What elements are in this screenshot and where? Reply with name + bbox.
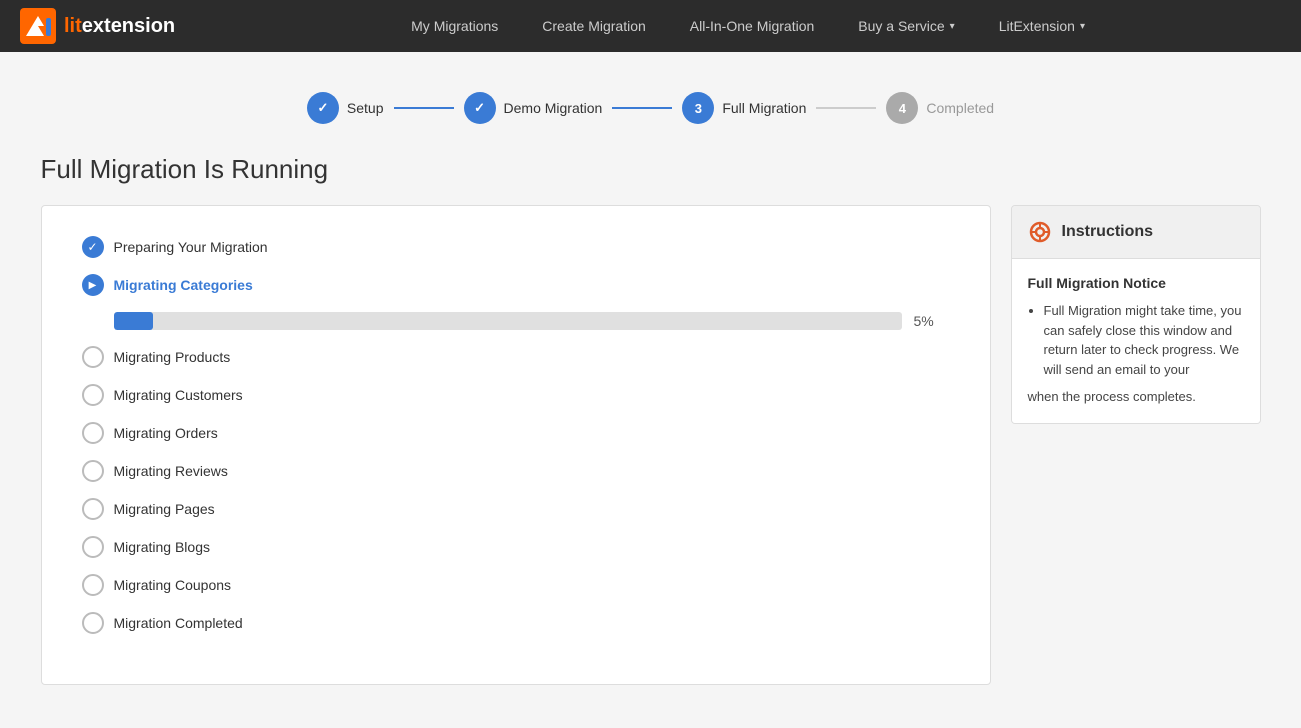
item-reviews: Migrating Reviews (82, 460, 950, 482)
progress-track (114, 312, 902, 330)
instructions-extra: when the process completes. (1028, 387, 1244, 407)
nav-create-migration[interactable]: Create Migration (520, 0, 668, 52)
steps-container: ✓ Setup ✓ Demo Migration 3 Full Migratio… (41, 72, 1261, 154)
item-completed-label: Migration Completed (114, 615, 243, 631)
instructions-body: Full Migration Notice Full Migration mig… (1012, 259, 1260, 423)
instructions-title: Instructions (1062, 223, 1154, 241)
step-4-circle: 4 (886, 92, 918, 124)
play-icon: ▶ (82, 274, 104, 296)
circle-inactive-icon-completed (82, 612, 104, 634)
sidebar: Instructions Full Migration Notice Full … (1011, 205, 1261, 424)
item-orders: Migrating Orders (82, 422, 950, 444)
progress-row: 5% (82, 312, 950, 330)
instructions-icon (1028, 220, 1052, 244)
buy-service-caret: ▾ (950, 21, 955, 32)
step-3-circle: 3 (682, 92, 714, 124)
instructions-card: Instructions Full Migration Notice Full … (1011, 205, 1261, 424)
item-completed: Migration Completed (82, 612, 950, 634)
page-title: Full Migration Is Running (41, 154, 1261, 185)
brand-icon (20, 8, 56, 44)
progress-percent: 5% (914, 313, 950, 329)
divider-2-3 (612, 107, 672, 109)
navbar: litextension My Migrations Create Migrat… (0, 0, 1301, 52)
nav-my-migrations[interactable]: My Migrations (389, 0, 520, 52)
circle-inactive-icon-orders (82, 422, 104, 444)
item-categories: ▶ Migrating Categories (82, 274, 950, 296)
item-blogs-label: Migrating Blogs (114, 539, 211, 555)
item-customers: Migrating Customers (82, 384, 950, 406)
step-3-label: Full Migration (722, 100, 806, 116)
content-layout: ✓ Preparing Your Migration ▶ Migrating C… (41, 205, 1261, 685)
circle-inactive-icon-coupons (82, 574, 104, 596)
item-pages: Migrating Pages (82, 498, 950, 520)
nav-litextension[interactable]: LitExtension ▾ (977, 0, 1107, 52)
item-blogs: Migrating Blogs (82, 536, 950, 558)
step-1-label: Setup (347, 100, 384, 116)
brand-logo-link[interactable]: litextension (20, 8, 175, 44)
item-reviews-label: Migrating Reviews (114, 463, 228, 479)
circle-inactive-icon-pages (82, 498, 104, 520)
item-categories-label: Migrating Categories (114, 277, 253, 293)
item-products-label: Migrating Products (114, 349, 231, 365)
migration-box: ✓ Preparing Your Migration ▶ Migrating C… (41, 205, 991, 685)
item-preparing-label: Preparing Your Migration (114, 239, 268, 255)
item-pages-label: Migrating Pages (114, 501, 215, 517)
item-customers-label: Migrating Customers (114, 387, 243, 403)
nav-buy-service[interactable]: Buy a Service ▾ (836, 0, 976, 52)
instructions-header: Instructions (1012, 206, 1260, 259)
item-preparing: ✓ Preparing Your Migration (82, 236, 950, 258)
progress-fill (114, 312, 153, 330)
brand-name: litextension (64, 15, 175, 38)
check-done-icon: ✓ (82, 236, 104, 258)
instructions-point-1: Full Migration might take time, you can … (1044, 301, 1244, 379)
step-demo-migration: ✓ Demo Migration (464, 92, 603, 124)
item-coupons-label: Migrating Coupons (114, 577, 232, 593)
step-1-circle: ✓ (307, 92, 339, 124)
circle-inactive-icon-products (82, 346, 104, 368)
circle-inactive-icon-blogs (82, 536, 104, 558)
step-2-circle: ✓ (464, 92, 496, 124)
main-wrapper: ✓ Setup ✓ Demo Migration 3 Full Migratio… (21, 52, 1281, 705)
item-coupons: Migrating Coupons (82, 574, 950, 596)
step-4-label: Completed (926, 100, 994, 116)
notice-title: Full Migration Notice (1028, 275, 1244, 291)
nav-all-in-one[interactable]: All-In-One Migration (668, 0, 837, 52)
circle-inactive-icon-reviews (82, 460, 104, 482)
step-setup: ✓ Setup (307, 92, 384, 124)
step-completed: 4 Completed (886, 92, 994, 124)
step-full-migration: 3 Full Migration (682, 92, 806, 124)
item-orders-label: Migrating Orders (114, 425, 218, 441)
divider-3-4 (816, 107, 876, 109)
divider-1-2 (394, 107, 454, 109)
instructions-list: Full Migration might take time, you can … (1028, 301, 1244, 379)
litextension-caret: ▾ (1080, 21, 1085, 32)
step-2-label: Demo Migration (504, 100, 603, 116)
nav-links: My Migrations Create Migration All-In-On… (215, 0, 1281, 52)
item-products: Migrating Products (82, 346, 950, 368)
circle-inactive-icon-customers (82, 384, 104, 406)
